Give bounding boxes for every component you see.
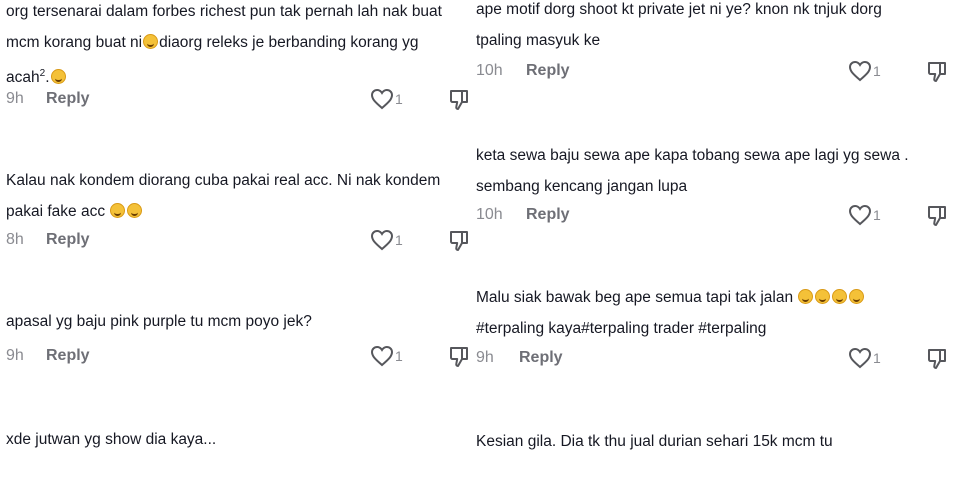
like-button[interactable]: 1 xyxy=(370,88,403,110)
like-button[interactable]: 1 xyxy=(370,345,403,367)
comment-text: Kesian gila. Dia tk thu jual durian seha… xyxy=(476,426,833,457)
thumbs-down-icon xyxy=(450,347,468,367)
comment-line: . xyxy=(45,69,50,87)
dislike-button[interactable] xyxy=(926,347,950,376)
comment-item: Kesian gila. Dia tk thu jual durian seha… xyxy=(473,426,961,466)
comment-line: Malu siak bawak beg ape semua tapi tak j… xyxy=(476,289,794,306)
comment-line: xde jutwan yg show dia kaya... xyxy=(6,431,217,448)
comment-line: diaorg releks je berbanding korang yg xyxy=(159,34,419,51)
reply-button[interactable]: Reply xyxy=(526,206,570,224)
comment-time: 9h xyxy=(6,347,24,364)
comment-line: keta sewa baju sewa ape kapa tobang sewa… xyxy=(476,147,909,164)
reply-button[interactable]: Reply xyxy=(519,349,563,367)
comment-text: ape motif dorg shoot kt private jet ni y… xyxy=(476,0,882,56)
comment-line: #terpaling kaya#terpaling trader #terpal… xyxy=(476,320,767,337)
reply-button[interactable]: Reply xyxy=(46,347,90,365)
grinning-sweat-emoji xyxy=(110,203,126,218)
heart-outline-icon xyxy=(848,204,872,226)
grinning-sweat-emoji xyxy=(127,203,143,218)
comment-text: org tersenarai dalam forbes richest pun … xyxy=(6,0,442,93)
comment-item: org tersenarai dalam forbes richest pun … xyxy=(0,0,470,120)
comment-text: Kalau nak kondem diorang cuba pakai real… xyxy=(6,165,440,227)
comment-time: 10h xyxy=(476,62,503,79)
comment-line: org tersenarai dalam forbes richest pun … xyxy=(6,3,442,20)
thumbs-down-icon xyxy=(450,231,468,251)
dislike-button[interactable] xyxy=(448,345,470,374)
dislike-button[interactable] xyxy=(448,229,470,258)
comment-item: Malu siak bawak beg ape semua tapi tak j… xyxy=(473,282,961,382)
thumbs-down-icon xyxy=(928,62,946,82)
comment-line: ape motif dorg shoot kt private jet ni y… xyxy=(476,1,882,18)
comment-line: Kesian gila. Dia tk thu jual durian seha… xyxy=(476,433,833,450)
comment-line: acah xyxy=(6,69,40,87)
grinning-sweat-emoji xyxy=(849,289,865,304)
thumbs-down-icon xyxy=(450,90,468,110)
thumbs-down-icon xyxy=(928,206,946,226)
comment-text: xde jutwan yg show dia kaya... xyxy=(6,424,216,455)
like-button[interactable]: 1 xyxy=(370,229,403,251)
like-count: 1 xyxy=(873,350,881,366)
comment-line: apasal yg baju pink purple tu mcm poyo j… xyxy=(6,313,312,330)
thumbs-down-icon xyxy=(928,349,946,369)
reply-button[interactable]: Reply xyxy=(46,231,90,249)
dislike-button[interactable] xyxy=(448,88,470,117)
comment-line: tpaling masyuk ke xyxy=(476,32,601,49)
comment-item: Kalau nak kondem diorang cuba pakai real… xyxy=(0,160,470,260)
like-count: 1 xyxy=(873,63,881,79)
comment-line: Kalau nak kondem diorang cuba pakai real… xyxy=(6,172,441,189)
comment-text: Malu siak bawak beg ape semua tapi tak j… xyxy=(476,282,865,344)
dislike-button[interactable] xyxy=(926,60,950,89)
like-count: 1 xyxy=(873,207,881,223)
comment-column-right: ape motif dorg shoot kt private jet ni y… xyxy=(473,0,961,482)
grinning-sweat-emoji xyxy=(815,289,831,304)
heart-outline-icon xyxy=(848,347,872,369)
grinning-sweat-emoji xyxy=(50,69,66,85)
heart-outline-icon xyxy=(370,229,394,251)
comment-item: ape motif dorg shoot kt private jet ni y… xyxy=(473,0,961,90)
comment-item: keta sewa baju sewa ape kapa tobang sewa… xyxy=(473,140,961,240)
like-count: 1 xyxy=(395,348,403,364)
like-button[interactable]: 1 xyxy=(848,204,881,226)
comment-time: 10h xyxy=(476,206,503,223)
comment-time: 9h xyxy=(6,90,24,107)
comment-time: 9h xyxy=(476,349,494,366)
heart-outline-icon xyxy=(848,60,872,82)
comment-text: apasal yg baju pink purple tu mcm poyo j… xyxy=(6,306,312,337)
comment-time: 8h xyxy=(6,231,24,248)
heart-outline-icon xyxy=(370,88,394,110)
comment-line: mcm korang buat ni xyxy=(6,34,143,51)
dislike-button[interactable] xyxy=(926,204,950,233)
grinning-sweat-emoji xyxy=(832,289,848,304)
like-button[interactable]: 1 xyxy=(848,347,881,369)
comment-text: keta sewa baju sewa ape kapa tobang sewa… xyxy=(476,140,909,202)
comment-line: pakai fake acc xyxy=(6,203,106,220)
comment-line: sembang kencang jangan lupa xyxy=(476,178,688,195)
grinning-sweat-emoji xyxy=(143,34,159,49)
comment-item: apasal yg baju pink purple tu mcm poyo j… xyxy=(0,305,470,375)
like-count: 1 xyxy=(395,232,403,248)
reply-button[interactable]: Reply xyxy=(526,62,570,80)
like-button[interactable]: 1 xyxy=(848,60,881,82)
comment-item: xde jutwan yg show dia kaya... xyxy=(0,424,470,464)
reply-button[interactable]: Reply xyxy=(46,90,90,108)
heart-outline-icon xyxy=(370,345,394,367)
like-count: 1 xyxy=(395,91,403,107)
comment-column-left: org tersenarai dalam forbes richest pun … xyxy=(0,0,470,482)
grinning-sweat-emoji xyxy=(798,289,814,304)
